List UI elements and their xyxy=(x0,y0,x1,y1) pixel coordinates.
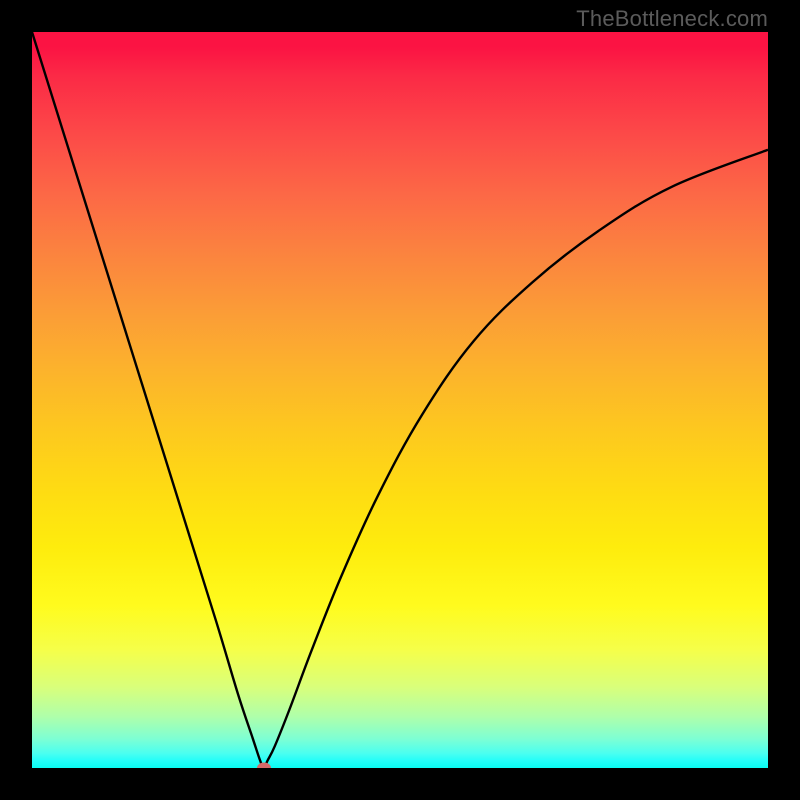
bottleneck-curve xyxy=(32,32,768,768)
curve-layer xyxy=(32,32,768,768)
optimal-marker xyxy=(257,763,271,769)
watermark-text: TheBottleneck.com xyxy=(576,6,768,32)
chart-frame: TheBottleneck.com xyxy=(0,0,800,800)
plot-area xyxy=(32,32,768,768)
